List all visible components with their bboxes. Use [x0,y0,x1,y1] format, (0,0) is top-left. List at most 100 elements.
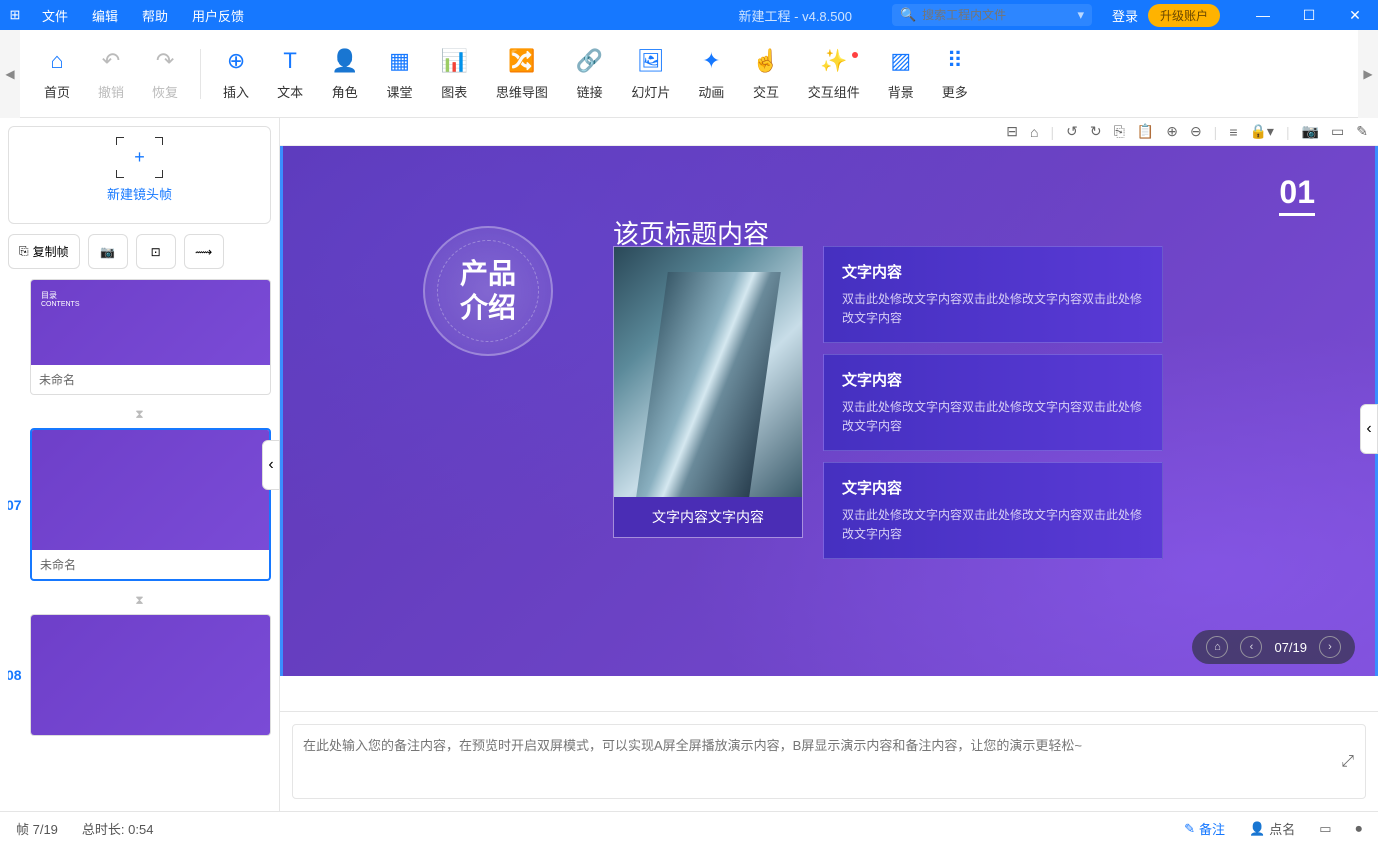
tool-interact[interactable]: ☝交互 [738,46,793,101]
tool-home[interactable]: ⌂首页 [30,46,84,101]
zoom-in-icon[interactable]: ⊕ [1166,123,1178,140]
tool-more[interactable]: ⠿更多 [928,46,982,101]
menu-file[interactable]: 文件 [30,6,80,25]
photo-caption: 文字内容文字内容 [614,497,802,537]
photo-box[interactable]: 文字内容文字内容 [613,246,803,538]
search-dropdown-icon[interactable]: ▾ [1077,7,1084,23]
nav-prev-icon[interactable]: ‹ [1240,636,1262,658]
tool-redo[interactable]: ↷恢复 [138,46,192,101]
slide-thumbnail-selected[interactable]: 07 未命名 [8,428,271,581]
nav-next-icon[interactable]: › [1319,636,1341,658]
new-frame-label: 新建镜头帧 [29,184,250,203]
content-card-3[interactable]: 文字内容 双击此处修改文字内容双击此处修改文字内容双击此处修改文字内容 [823,462,1163,559]
tool-class[interactable]: ▦课堂 [372,46,426,101]
tool-text[interactable]: T文本 [263,46,317,101]
align-icon[interactable]: ≡ [1229,124,1237,140]
frame-indicator: 帧 7/19 [16,819,58,838]
minimize-button[interactable]: — [1240,7,1286,23]
login-button[interactable]: 登录 [1112,6,1138,25]
menu-feedback[interactable]: 用户反馈 [180,6,256,25]
snapshot-icon[interactable]: 📷 [1302,123,1319,140]
person-icon: 👤 [1249,821,1265,837]
new-frame-button[interactable]: + 新建镜头帧 [8,126,271,224]
building-image [614,247,802,497]
copy-frame-button[interactable]: ⎘复制帧 [8,234,80,269]
camera-button[interactable]: 📷 [88,234,128,269]
notes-toggle[interactable]: ✎备注 [1184,819,1225,838]
path-button[interactable]: ⟿ [184,234,224,269]
chart-icon: 📊 [441,46,468,76]
hourglass-icon: ⧗ [8,407,271,422]
main-toolbar: ◀ ⌂首页 ↶撤销 ↷恢复 ⊕插入 T文本 👤角色 ▦课堂 📊图表 🔀思维导图 … [0,30,1378,118]
paste-icon[interactable]: 📋 [1137,123,1154,140]
undo-icon: ↶ [102,46,120,76]
tool-slideshow[interactable]: 🖼幻灯片 [617,46,684,101]
rollcall-button[interactable]: 👤点名 [1249,819,1295,838]
close-button[interactable]: ✕ [1332,7,1378,24]
tool-role[interactable]: 👤角色 [317,46,372,101]
hourglass-icon: ⧗ [8,593,271,608]
mindmap-icon: 🔀 [508,46,535,76]
star-icon: ✦ [702,46,720,76]
canvas-viewport[interactable]: 7 01 该页标题内容 产品 介绍 文字内容文字内容 文字内容 双击此处修改文字… [280,146,1378,711]
tool-chart[interactable]: 📊图表 [427,46,482,101]
notes-input[interactable] [292,724,1366,799]
copy-icon[interactable]: ⎘ [1114,123,1125,140]
tool-insert[interactable]: ⊕插入 [209,46,263,101]
expand-icon[interactable]: ⤢ [1341,753,1354,771]
ruler-icon[interactable]: ⊟ [1006,123,1018,140]
upgrade-button[interactable]: 升级账户 [1148,4,1220,27]
content-card-1[interactable]: 文字内容 双击此处修改文字内容双击此处修改文字内容双击此处修改文字内容 [823,246,1163,343]
slide-counter: 07/19 [1274,640,1307,655]
lock-icon[interactable]: 🔒▾ [1249,123,1273,140]
rotate-left-icon[interactable]: ↺ [1066,123,1078,140]
collapse-sidebar-button[interactable]: ‹ [262,440,280,490]
cursor-icon: ☝ [752,46,779,76]
window-title: 新建工程 - v4.8.500 [739,6,852,25]
tool-animation[interactable]: ✦动画 [684,46,738,101]
toolbar-scroll-right[interactable]: ▶ [1358,30,1378,118]
search-input[interactable] [922,8,1077,22]
home-icon: ⌂ [50,46,63,76]
toolbar-scroll-left[interactable]: ◀ [0,30,20,118]
tool-link[interactable]: 🔗链接 [562,46,617,101]
tool-background[interactable]: ▨背景 [874,46,928,101]
link-icon: 🔗 [576,46,603,76]
path-icon: ⟿ [195,245,212,259]
slide-number: 07 [8,497,22,513]
menu-edit[interactable]: 编辑 [80,6,130,25]
rotate-right-icon[interactable]: ↻ [1090,123,1102,140]
layers-icon[interactable]: ▭ [1331,123,1344,140]
note-icon: ✎ [1184,821,1195,837]
qr-button[interactable]: ⊡ [136,234,176,269]
maximize-button[interactable]: ☐ [1286,7,1332,24]
slide-canvas[interactable]: 01 该页标题内容 产品 介绍 文字内容文字内容 文字内容 双击此处修改文字内容… [280,146,1378,676]
menu-help[interactable]: 帮助 [130,6,180,25]
record-icon[interactable]: ⏺ [1356,821,1363,837]
tool-mindmap[interactable]: 🔀思维导图 [482,46,562,101]
title-bar: ⊞ 文件 编辑 帮助 用户反馈 新建工程 - v4.8.500 🔍 ▾ 登录 升… [0,0,1378,30]
home-icon[interactable]: ⌂ [1030,124,1038,140]
search-box[interactable]: 🔍 ▾ [892,4,1092,26]
person-icon: 👤 [331,46,358,76]
zoom-out-icon[interactable]: ⊖ [1190,123,1202,140]
slide-panel: + 新建镜头帧 ⎘复制帧 📷 ⊡ ⟿ 目录 CONTENTS 未命名 [0,118,280,811]
duration-indicator: 总时长: 0:54 [82,819,154,838]
expand-right-panel-button[interactable]: ‹ [1360,404,1378,454]
circle-badge[interactable]: 产品 介绍 [423,226,553,356]
edit-icon[interactable]: ✎ [1356,123,1368,140]
canvas-area: ‹ ⊟ ⌂ | ↺ ↻ ⎘ 📋 ⊕ ⊖ | ≡ 🔒▾ | 📷 ▭ ✎ 7 01 … [280,118,1378,811]
slide-tag: 01 [1279,174,1315,216]
search-icon: 🔍 [900,7,916,23]
redo-icon: ↷ [156,46,174,76]
tool-interact-component[interactable]: ✨交互组件 [794,46,874,101]
app-logo-icon: ⊞ [0,7,30,23]
grid-icon: ⠿ [947,46,963,76]
slide-thumbnail[interactable]: 08 [8,614,271,736]
slide-thumbnail[interactable]: 目录 CONTENTS 未命名 [8,279,271,395]
content-card-2[interactable]: 文字内容 双击此处修改文字内容双击此处修改文字内容双击此处修改文字内容 [823,354,1163,451]
nav-home-icon[interactable]: ⌂ [1206,636,1228,658]
tool-undo[interactable]: ↶撤销 [84,46,138,101]
camera-icon: 📷 [100,245,115,259]
present-icon[interactable]: ▭ [1319,821,1331,837]
